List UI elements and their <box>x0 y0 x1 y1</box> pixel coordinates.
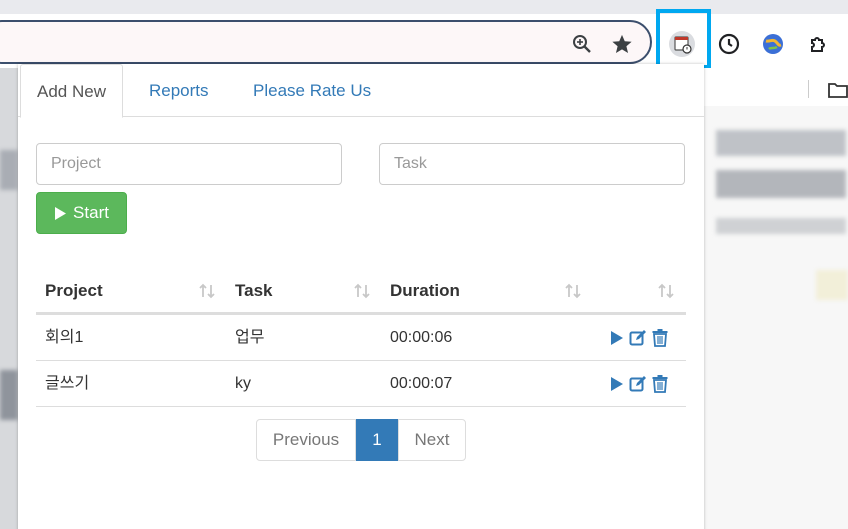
sort-icon[interactable] <box>564 282 582 300</box>
background-blur <box>716 218 846 234</box>
page-1-button[interactable]: 1 <box>356 419 398 461</box>
row-actions <box>610 329 668 347</box>
extension-popup: Add New Reports Please Rate Us Start Pro… <box>18 64 704 529</box>
trash-icon[interactable] <box>652 329 668 347</box>
tab-strip <box>0 0 848 14</box>
background-blur <box>0 150 18 190</box>
clock-extension-icon[interactable] <box>713 28 745 60</box>
bookmark-star-icon[interactable] <box>610 32 634 56</box>
cell-duration: 00:00:06 <box>390 329 453 346</box>
background-blur <box>716 170 846 198</box>
background-blur <box>716 130 846 156</box>
background-blur <box>0 370 18 420</box>
play-icon <box>55 206 67 220</box>
play-icon[interactable] <box>610 376 624 392</box>
extensions-puzzle-icon[interactable] <box>803 28 835 60</box>
cell-duration: 00:00:07 <box>390 375 453 392</box>
sort-icon[interactable] <box>198 282 216 300</box>
sort-icon[interactable] <box>657 282 675 300</box>
header-duration[interactable]: Duration <box>390 269 460 315</box>
tab-add-new[interactable]: Add New <box>20 64 123 118</box>
header-project[interactable]: Project <box>45 269 103 315</box>
address-bar[interactable] <box>0 20 652 64</box>
cell-task: ky <box>235 375 251 392</box>
browser-toolbar <box>0 14 848 68</box>
table-row: 회의1 업무 00:00:06 <box>36 315 686 361</box>
project-input[interactable] <box>36 143 342 185</box>
pagination: Previous 1 Next <box>256 419 466 461</box>
next-button[interactable]: Next <box>398 419 466 461</box>
tab-bar: Add New Reports Please Rate Us <box>18 64 704 118</box>
row-actions <box>610 375 668 393</box>
task-input[interactable] <box>379 143 685 185</box>
sort-icon[interactable] <box>353 282 371 300</box>
edit-icon[interactable] <box>629 375 647 393</box>
start-button[interactable]: Start <box>36 192 127 234</box>
zoom-icon[interactable] <box>570 32 594 56</box>
cell-project: 글쓰기 <box>45 375 90 392</box>
trash-icon[interactable] <box>652 375 668 393</box>
globe-extension-icon[interactable] <box>757 28 789 60</box>
time-table: Project Task Duration 회의1 업무 00:00:06 글쓰… <box>36 269 686 407</box>
folder-icon[interactable] <box>828 82 848 98</box>
highlight-box <box>656 9 711 69</box>
table-header: Project Task Duration <box>36 269 686 315</box>
bookmark-divider <box>808 80 809 98</box>
previous-button[interactable]: Previous <box>256 419 356 461</box>
tab-please-rate-us[interactable]: Please Rate Us <box>237 64 387 117</box>
play-icon[interactable] <box>610 330 624 346</box>
table-row: 글쓰기 ky 00:00:07 <box>36 361 686 407</box>
background-blur <box>816 270 848 300</box>
cell-project: 회의1 <box>45 329 84 346</box>
start-label: Start <box>73 203 109 222</box>
header-task[interactable]: Task <box>235 269 273 315</box>
tab-reports[interactable]: Reports <box>133 64 225 117</box>
cell-task: 업무 <box>235 329 265 346</box>
edit-icon[interactable] <box>629 329 647 347</box>
background-page-left <box>0 68 18 529</box>
